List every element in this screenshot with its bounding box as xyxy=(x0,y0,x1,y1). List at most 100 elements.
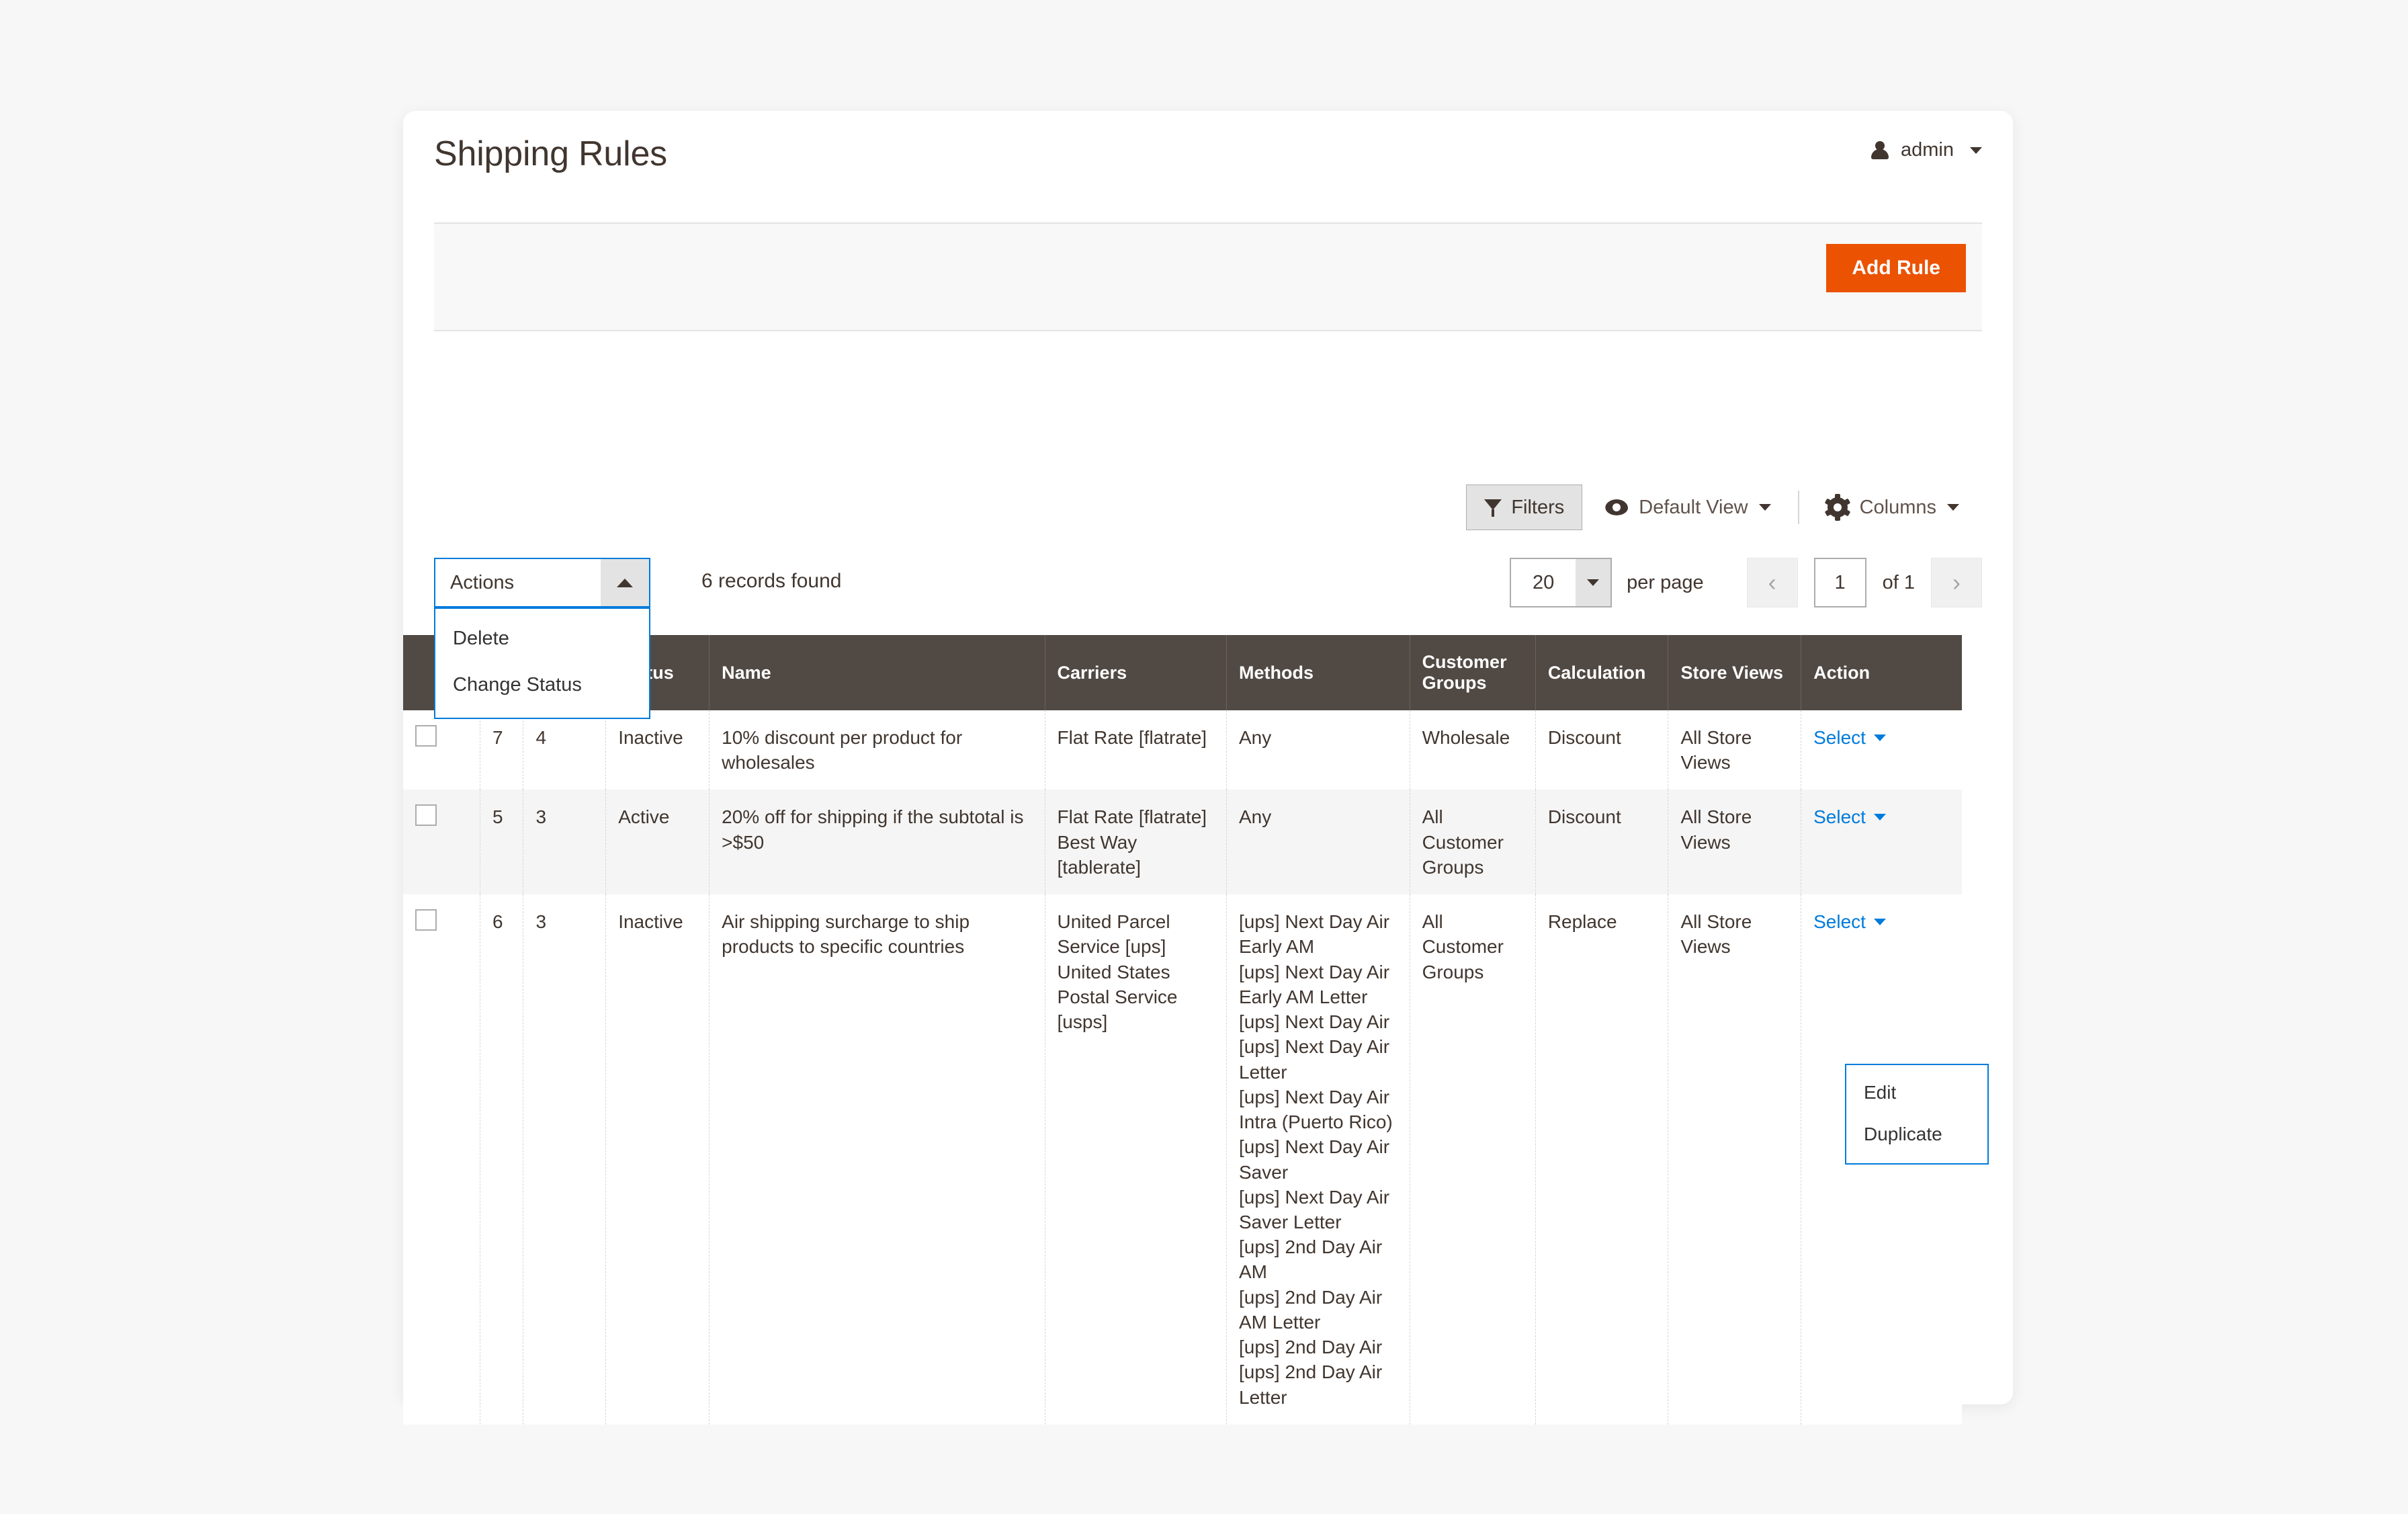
cell-methods: Any xyxy=(1226,790,1410,895)
carrier-entry: Flat Rate [flatrate] xyxy=(1057,806,1207,828)
table-body: 7 4 Inactive 10% discount per product fo… xyxy=(403,710,1962,1425)
method-entry: [ups] Next Day Air Saver Letter xyxy=(1239,1186,1390,1232)
method-entry: [ups] 2nd Day Air AM xyxy=(1239,1236,1383,1283)
admin-account-menu[interactable]: admin xyxy=(1870,139,1982,161)
shipping-rules-table: ↑ Status Name Carriers Methods Customer … xyxy=(403,635,1962,1425)
th-name[interactable]: Name xyxy=(709,635,1045,710)
page-title: Shipping Rules xyxy=(434,134,667,173)
cell-status: Active xyxy=(605,790,710,895)
grid-controls: Actions Delete Change Status 6 records f… xyxy=(434,558,1982,719)
cell-calculation: Discount xyxy=(1535,710,1669,790)
grid-toolbar: Filters Default View Columns xyxy=(434,477,1982,538)
th-customer-groups[interactable]: Customer Groups xyxy=(1410,635,1536,710)
cell-customer-groups: All Customer Groups xyxy=(1410,894,1536,1425)
app-page: Shipping Rules admin Add Rule Filters De… xyxy=(0,0,2408,1514)
row-checkbox[interactable] xyxy=(415,804,437,827)
page-header: Shipping Rules admin xyxy=(403,111,2013,198)
method-entry: [ups] Next Day Air Early AM xyxy=(1239,911,1390,958)
row-action-select[interactable]: Select xyxy=(1813,909,1886,934)
data-grid: ↑ Status Name Carriers Methods Customer … xyxy=(403,635,1989,1425)
cell-name: 20% off for shipping if the subtotal is … xyxy=(709,790,1045,895)
cell-priority: 3 xyxy=(523,894,607,1425)
chevron-down-icon[interactable] xyxy=(1576,559,1611,606)
chevron-down-icon xyxy=(1873,734,1886,741)
method-entry: Any xyxy=(1239,806,1272,828)
prev-page-button[interactable]: ‹ xyxy=(1746,558,1798,607)
cell-id: 6 xyxy=(480,894,524,1425)
cell-store-views: All Store Views xyxy=(1668,710,1802,790)
mass-action-delete[interactable]: Delete xyxy=(435,616,649,662)
cell-carriers: United Parcel Service [ups] United State… xyxy=(1045,894,1228,1425)
row-action-select[interactable]: Select xyxy=(1813,804,1886,829)
columns-dropdown[interactable]: Columns xyxy=(1803,494,1982,521)
row-checkbox-cell[interactable] xyxy=(403,790,480,895)
row-action-duplicate[interactable]: Duplicate xyxy=(1846,1113,1987,1155)
eye-icon xyxy=(1605,496,1628,519)
filters-button[interactable]: Filters xyxy=(1466,485,1583,530)
toolbar-divider xyxy=(1797,491,1799,524)
row-checkbox[interactable] xyxy=(415,909,437,931)
method-entry: [ups] Next Day Air Intra (Puerto Rico) xyxy=(1239,1086,1393,1133)
default-view-label: Default View xyxy=(1639,496,1748,518)
page-number-input[interactable]: 1 xyxy=(1813,558,1866,607)
th-store-views[interactable]: Store Views xyxy=(1668,635,1802,710)
method-entry: Any xyxy=(1239,727,1272,748)
cell-methods: [ups] Next Day Air Early AM [ups] Next D… xyxy=(1226,894,1410,1425)
row-checkbox[interactable] xyxy=(415,725,437,747)
method-entry: [ups] 2nd Day Air AM Letter xyxy=(1239,1286,1383,1333)
page-total-label: of 1 xyxy=(1882,571,1915,593)
default-view-dropdown[interactable]: Default View xyxy=(1582,496,1793,519)
row-action-menu: Edit Duplicate xyxy=(1845,1064,1989,1165)
table-row: 6 3 Inactive Air shipping surcharge to s… xyxy=(403,894,1962,1425)
carrier-entry: Best Way [tablerate] xyxy=(1057,831,1142,878)
th-action: Action xyxy=(1801,635,1962,710)
page-actions-bar: Add Rule xyxy=(434,222,1982,331)
chevron-down-icon xyxy=(1873,918,1886,925)
cell-status: Inactive xyxy=(605,894,710,1425)
cell-priority: 3 xyxy=(523,790,607,895)
gear-icon xyxy=(1824,494,1850,521)
row-checkbox-cell[interactable] xyxy=(403,894,480,1425)
th-carriers[interactable]: Carriers xyxy=(1045,635,1228,710)
add-rule-button[interactable]: Add Rule xyxy=(1826,244,1966,292)
carrier-entry: United Parcel Service [ups] xyxy=(1057,911,1170,958)
content-card: Shipping Rules admin Add Rule Filters De… xyxy=(403,111,2013,1425)
row-checkbox-cell[interactable] xyxy=(403,710,480,790)
row-action-select[interactable]: Select xyxy=(1813,725,1886,750)
mass-action-change-status[interactable]: Change Status xyxy=(435,662,649,708)
row-action-edit[interactable]: Edit xyxy=(1846,1072,1987,1113)
cell-action: Select xyxy=(1801,790,1962,894)
row-action-select-label: Select xyxy=(1813,911,1866,933)
chevron-down-icon xyxy=(1947,504,1959,511)
pagination: 20 per page ‹ 1 of 1 › xyxy=(1510,558,1982,607)
chevron-up-icon[interactable] xyxy=(601,559,649,606)
th-methods[interactable]: Methods xyxy=(1226,635,1410,710)
row-action-select-label: Select xyxy=(1813,727,1866,748)
next-page-button[interactable]: › xyxy=(1931,558,1982,607)
chevron-down-icon xyxy=(1758,504,1771,511)
per-page-select[interactable]: 20 xyxy=(1510,558,1612,607)
funnel-icon xyxy=(1484,498,1502,517)
table-row: 5 3 Active 20% off for shipping if the s… xyxy=(403,790,1962,895)
user-icon xyxy=(1870,140,1890,161)
cell-id: 7 xyxy=(480,710,524,790)
cell-calculation: Replace xyxy=(1535,894,1669,1425)
th-calculation[interactable]: Calculation xyxy=(1535,635,1669,710)
method-entry: [ups] Next Day Air Letter xyxy=(1239,1036,1390,1083)
admin-name-label: admin xyxy=(1901,139,1954,161)
cell-name: Air shipping surcharge to ship products … xyxy=(709,894,1045,1425)
cell-status: Inactive xyxy=(605,710,710,790)
carrier-entry: United States Postal Service [usps] xyxy=(1057,961,1178,1033)
method-entry: [ups] 2nd Day Air Letter xyxy=(1239,1361,1383,1408)
method-entry: [ups] Next Day Air Saver xyxy=(1239,1136,1390,1183)
carrier-entry: Flat Rate [flatrate] xyxy=(1057,727,1207,748)
method-entry: [ups] Next Day Air Early AM Letter xyxy=(1239,961,1390,1007)
cell-customer-groups: Wholesale xyxy=(1410,710,1536,790)
per-page-label: per page xyxy=(1627,571,1704,593)
mass-actions-label: Actions xyxy=(450,571,515,593)
chevron-down-icon xyxy=(1873,814,1886,821)
per-page-value: 20 xyxy=(1532,571,1555,593)
cell-methods: Any xyxy=(1226,710,1410,790)
mass-actions-select[interactable]: Actions xyxy=(434,558,650,607)
cell-carriers: Flat Rate [flatrate] xyxy=(1045,710,1228,790)
